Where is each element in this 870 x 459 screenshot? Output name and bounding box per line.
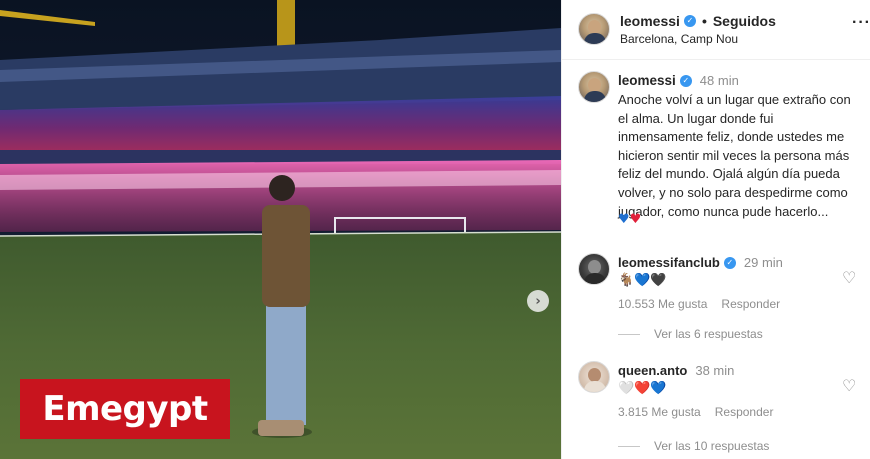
comment-header: leomessifanclub ✓ 29 min — [618, 255, 783, 270]
heart-outline-icon[interactable]: ♡ — [842, 268, 856, 287]
view-replies-button[interactable]: Ver las 10 respuestas — [618, 439, 769, 453]
reply-button[interactable]: Responder — [715, 405, 774, 419]
author-avatar[interactable] — [578, 13, 610, 45]
comment-meta: 3.815 Me gusta Responder — [618, 405, 773, 419]
blue-heart-icon: ♥ — [618, 212, 630, 227]
comment-likes[interactable]: 3.815 Me gusta — [618, 405, 701, 419]
post-location[interactable]: Barcelona, Camp Nou — [620, 32, 738, 46]
comment-likes[interactable]: 10.553 Me gusta — [618, 297, 707, 311]
caption-text: Anoche volví a un lugar que extraño con … — [618, 92, 851, 219]
chevron-right-icon: › — [535, 293, 541, 309]
caption-time: 48 min — [699, 73, 739, 88]
heart-outline-icon[interactable]: ♡ — [842, 376, 856, 395]
watermark-text: Emegypt — [42, 389, 208, 429]
reply-divider-line — [618, 445, 640, 447]
comment-username[interactable]: queen.anto — [618, 363, 687, 378]
commenter-avatar[interactable] — [578, 253, 610, 285]
watermark-logo: Emegypt — [20, 379, 230, 439]
comment-username[interactable]: leomessifanclub — [618, 255, 720, 270]
more-options-icon[interactable]: ··· — [852, 14, 870, 32]
view-replies-label: Ver las 6 respuestas — [654, 327, 763, 341]
reply-divider-line — [618, 333, 640, 335]
verified-badge-icon: ✓ — [683, 15, 696, 27]
author-header-line: leomessi ✓ • Seguidos — [620, 13, 776, 29]
next-slide-button[interactable]: › — [527, 290, 549, 312]
red-heart-icon: ♥ — [629, 212, 642, 227]
caption-header: leomessi ✓ 48 min — [618, 73, 739, 88]
caption-avatar[interactable] — [578, 71, 610, 103]
comment-time: 38 min — [695, 363, 735, 378]
post-photo[interactable]: › Emegypt — [0, 0, 561, 459]
commenter-avatar[interactable] — [578, 361, 610, 393]
reply-button[interactable]: Responder — [721, 297, 780, 311]
comment-text: 🐐💙🖤 — [618, 273, 667, 288]
comment-text: 🤍❤️💙 — [618, 381, 667, 396]
view-replies-button[interactable]: Ver las 6 respuestas — [618, 327, 763, 341]
post-side-panel: leomessi ✓ • Seguidos Barcelona, Camp No… — [561, 0, 870, 459]
caption-username[interactable]: leomessi — [618, 73, 676, 88]
view-replies-label: Ver las 10 respuestas — [654, 439, 770, 453]
comment-meta: 10.553 Me gusta Responder — [618, 297, 780, 311]
comment-time: 29 min — [743, 255, 783, 270]
verified-badge-icon: ✓ — [679, 74, 692, 87]
post-header: leomessi ✓ • Seguidos Barcelona, Camp No… — [562, 0, 870, 60]
separator-dot: • — [701, 13, 707, 29]
comment-header: queen.anto 38 min — [618, 363, 734, 378]
caption-emoji: ♥♥ — [618, 212, 641, 227]
follow-button[interactable]: Seguidos — [713, 13, 776, 29]
verified-badge-icon: ✓ — [723, 256, 736, 269]
author-username[interactable]: leomessi — [620, 13, 680, 29]
